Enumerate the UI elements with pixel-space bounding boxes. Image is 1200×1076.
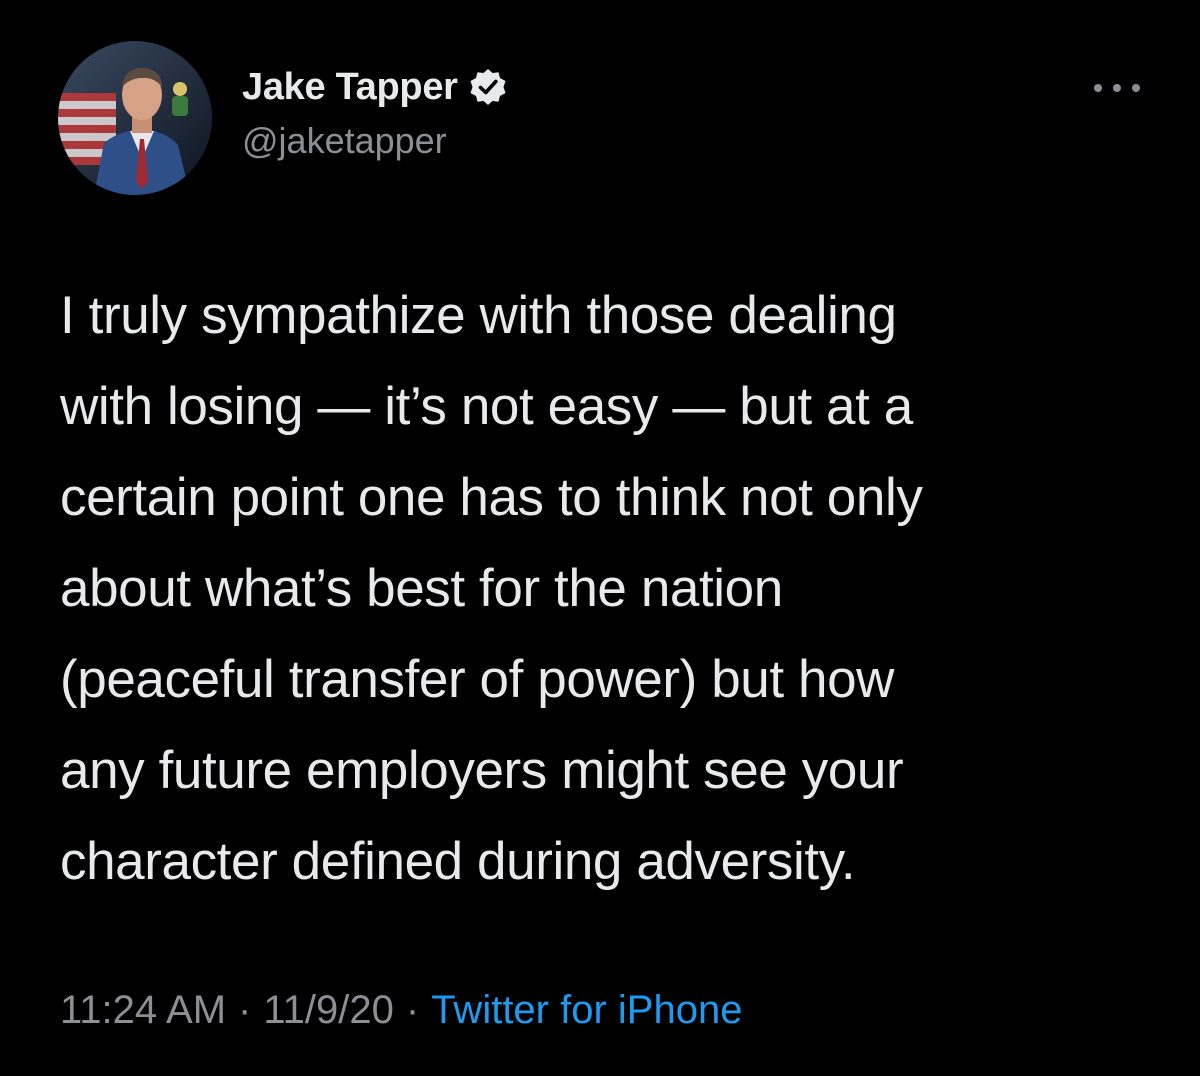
more-dot	[1132, 84, 1140, 92]
meta-separator: ·	[238, 988, 252, 1032]
display-name[interactable]: Jake Tapper	[242, 66, 458, 109]
tweet-time[interactable]: 11:24 AM	[60, 988, 226, 1033]
verified-badge-icon	[468, 67, 508, 107]
tweet-source-link[interactable]: Twitter for iPhone	[431, 988, 742, 1033]
more-dot	[1113, 84, 1121, 92]
more-options-icon[interactable]	[1094, 76, 1140, 100]
tweet-date[interactable]: 11/9/20	[263, 988, 394, 1033]
more-dot	[1094, 84, 1102, 92]
author-name-row: Jake Tapper	[242, 62, 508, 112]
tweet-detail: Jake Tapper @jaketapper I truly sympathi…	[0, 0, 1200, 1076]
profile-photo	[58, 41, 212, 195]
tweet-meta: 11:24 AM · 11/9/20 · Twitter for iPhone	[60, 988, 742, 1033]
avatar[interactable]	[58, 41, 212, 195]
meta-separator: ·	[405, 988, 420, 1032]
handle[interactable]: @jaketapper	[242, 120, 508, 162]
tweet-text: I truly sympathize with those dealing wi…	[60, 286, 923, 891]
author-block[interactable]: Jake Tapper @jaketapper	[242, 62, 508, 162]
